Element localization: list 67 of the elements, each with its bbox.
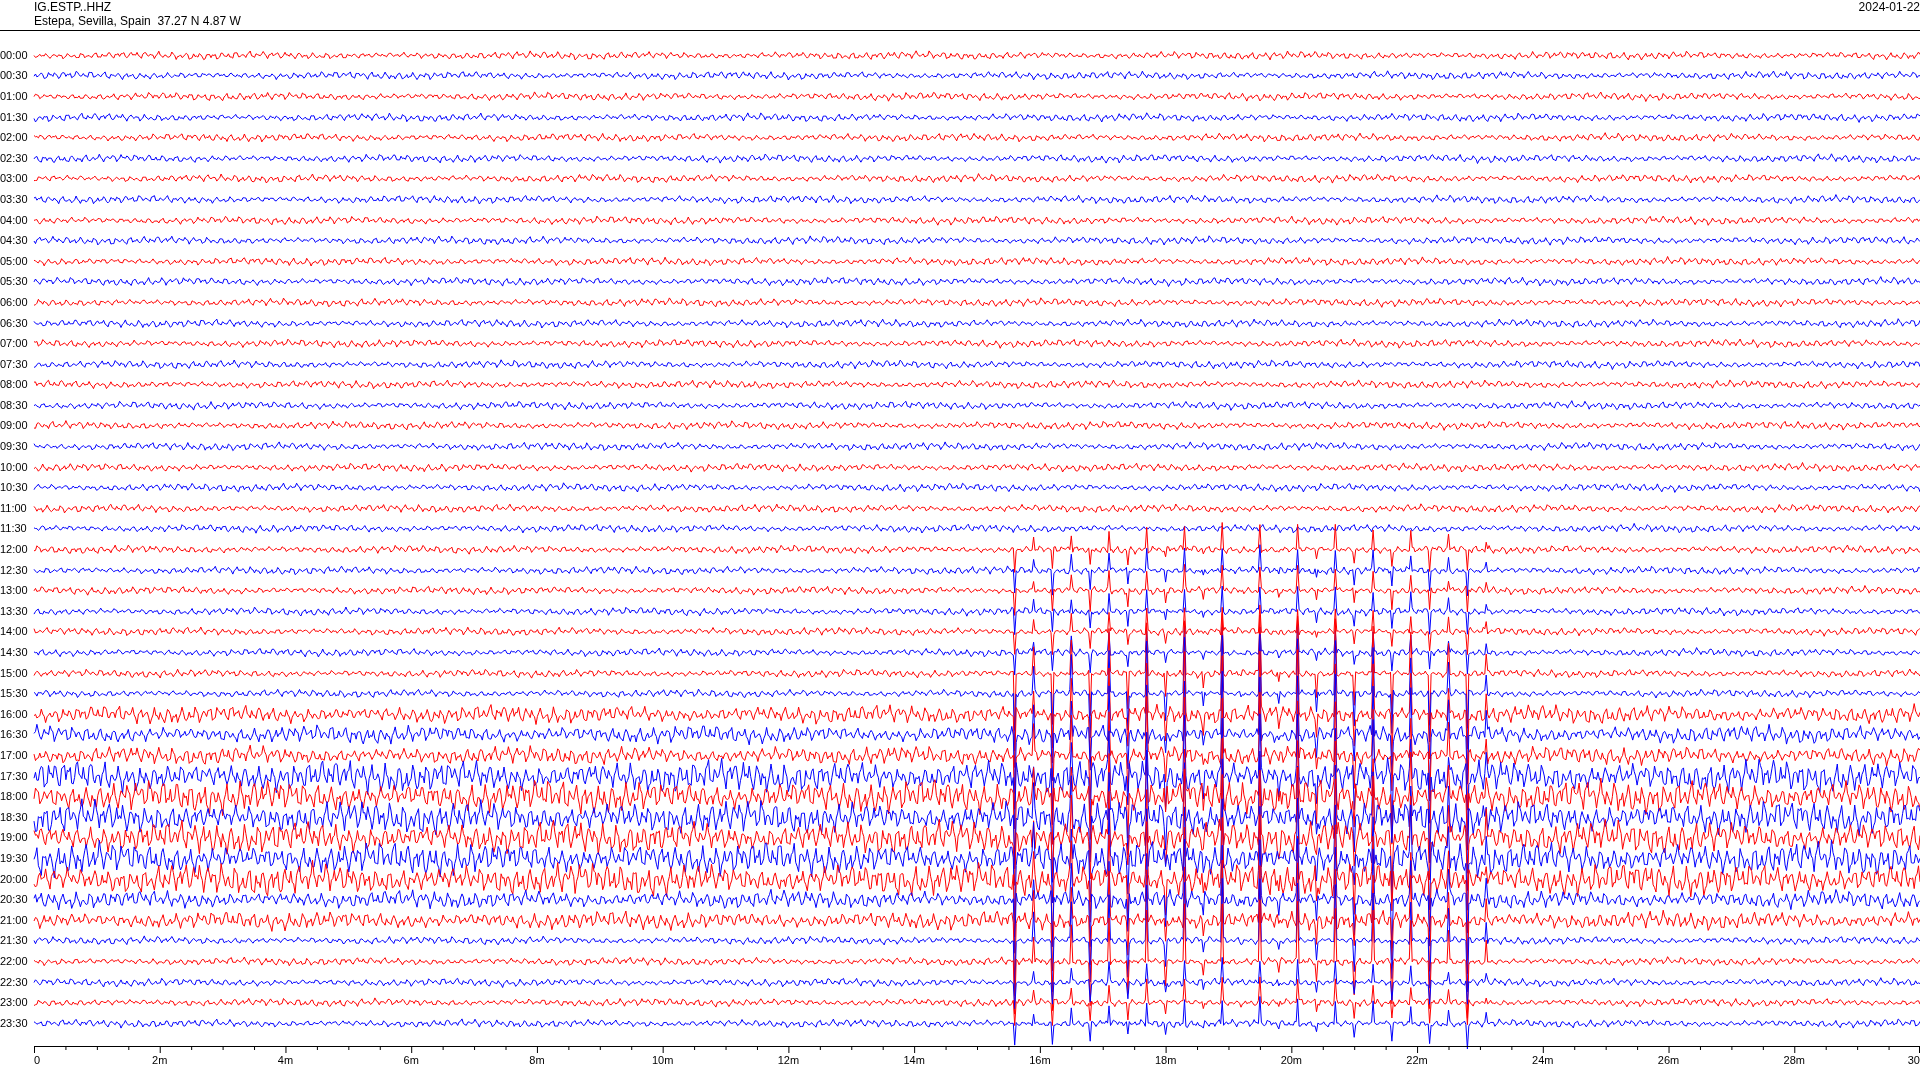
time-label: 23:30: [0, 1015, 29, 1031]
tick-label: 18m: [1154, 1053, 1177, 1066]
time-label: 04:00: [0, 212, 29, 228]
time-label: 16:00: [0, 706, 29, 722]
time-label: 01:00: [0, 89, 29, 104]
time-label: 02:30: [0, 150, 29, 166]
time-label: 23:00: [0, 995, 29, 1011]
time-label: 20:00: [0, 871, 29, 887]
time-label: 08:30: [0, 397, 29, 413]
time-label: 21:30: [0, 933, 29, 949]
time-label: 21:00: [0, 912, 29, 928]
station-location: Estepa, Sevilla, Spain 37.27 N 4.87 W: [34, 14, 241, 28]
station-code: IG.ESTP..HHZ: [34, 0, 113, 14]
tick-label: 22m: [1406, 1053, 1428, 1066]
time-label: 19:30: [0, 850, 29, 866]
time-label: 04:30: [0, 233, 29, 249]
time-label: 22:30: [0, 974, 29, 990]
tick-label: 2m: [152, 1053, 168, 1066]
time-label: 10:00: [0, 459, 29, 475]
time-label: 12:00: [0, 542, 29, 558]
tick-label: 24m: [1532, 1053, 1554, 1066]
time-label: 12:30: [0, 562, 29, 578]
time-label: 07:30: [0, 356, 29, 372]
time-label: 06:30: [0, 315, 29, 331]
time-label: 13:00: [0, 583, 29, 599]
time-label: 20:30: [0, 892, 29, 908]
time-label: 17:00: [0, 748, 29, 763]
tick-label: 30: [1907, 1053, 1920, 1066]
time-label: 07:00: [0, 336, 29, 352]
time-label: 00:30: [0, 68, 29, 84]
time-label: 15:00: [0, 665, 29, 681]
tick-label: 4m: [277, 1053, 294, 1066]
tick-label: 26m: [1657, 1053, 1680, 1066]
time-label: 03:30: [0, 191, 29, 207]
tick-label: 0: [33, 1053, 41, 1066]
time-label: 10:30: [0, 480, 29, 496]
tick-label: 6m: [403, 1053, 419, 1066]
time-label: 06:00: [0, 294, 29, 310]
time-label: 09:00: [0, 418, 29, 434]
tick-label: 8m: [529, 1053, 545, 1066]
tick-label: 14m: [903, 1053, 925, 1066]
time-label: 03:00: [0, 171, 29, 187]
time-label: 18:30: [0, 809, 29, 825]
tick-label: 16m: [1029, 1053, 1051, 1066]
time-label: 15:30: [0, 686, 29, 702]
date-label: 2024-01-22: [1858, 0, 1920, 16]
time-label: 09:30: [0, 439, 29, 455]
time-label: 05:00: [0, 253, 29, 269]
time-label: 11:30: [0, 521, 28, 537]
time-label: 22:00: [0, 953, 29, 969]
time-label: 18:00: [0, 789, 29, 805]
tick-label: 20m: [1280, 1053, 1303, 1066]
time-label: 13:30: [0, 603, 29, 619]
time-label: 08:00: [0, 377, 29, 393]
time-label: 11:00: [0, 500, 28, 516]
time-label: 02:00: [0, 130, 29, 146]
time-label: 05:30: [0, 274, 29, 290]
tick-label: 10m: [651, 1053, 674, 1066]
time-label: 19:00: [0, 830, 29, 846]
time-label: 01:30: [0, 109, 29, 125]
tick-label: 28m: [1783, 1053, 1805, 1066]
time-label: 17:30: [0, 768, 29, 784]
time-label: 16:30: [0, 727, 29, 743]
time-label: 00:00: [0, 47, 29, 63]
time-label: 14:00: [0, 624, 29, 640]
time-label: 14:30: [0, 645, 29, 660]
tick-label: 12m: [777, 1053, 800, 1066]
